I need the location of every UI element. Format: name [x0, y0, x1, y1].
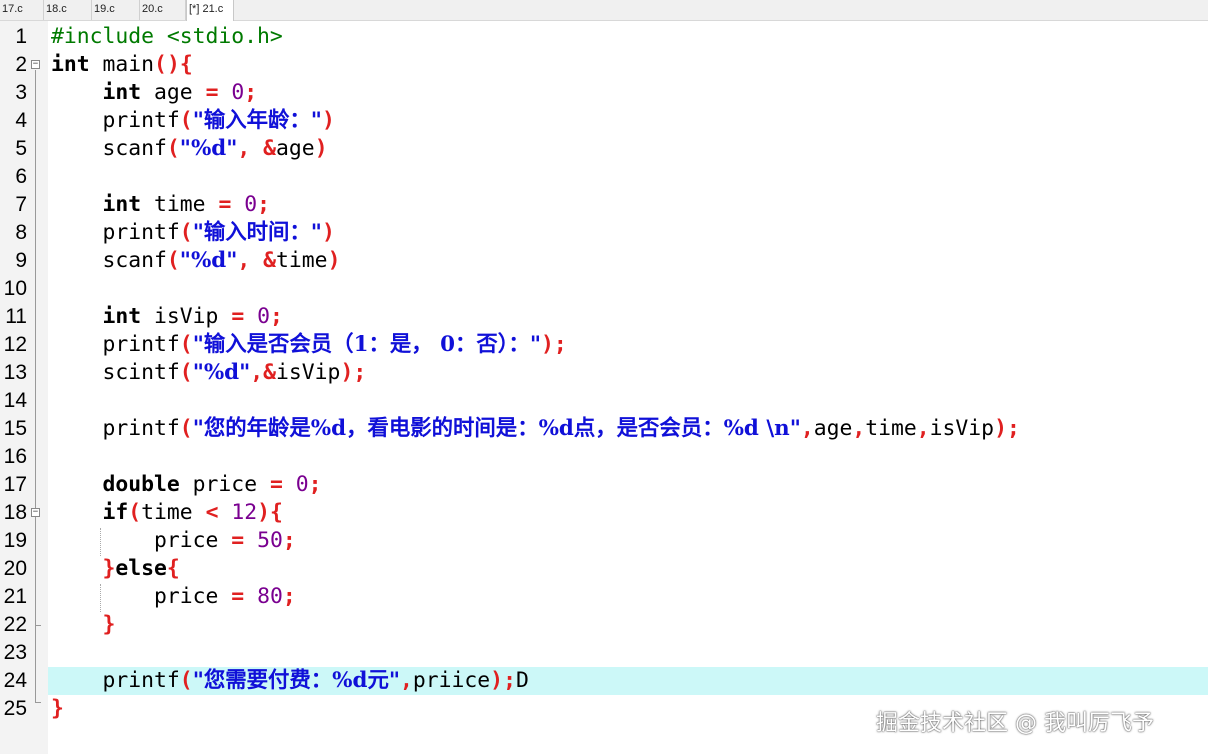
code-line-text[interactable]: #include <stdio.h> [51, 23, 283, 51]
line-number: 23 [3, 641, 27, 664]
code-line[interactable] [0, 555, 1208, 583]
tab-19c[interactable]: 19.c [92, 0, 140, 20]
line-number: 24 [3, 669, 27, 692]
line-number: 13 [3, 361, 27, 384]
line-number: 14 [3, 389, 27, 412]
code-line-text[interactable]: }else{ [51, 555, 180, 583]
tab-20c[interactable]: 20.c [140, 0, 186, 20]
line-number: 18 [3, 501, 27, 524]
line-number: 20 [3, 557, 27, 580]
code-line-text[interactable]: if(time < 12){ [51, 499, 283, 527]
line-number: 10 [3, 277, 27, 300]
code-line-text[interactable]: scanf("%d", &time) [51, 247, 341, 275]
code-line-text[interactable]: int time = 0; [51, 191, 270, 219]
code-line-text[interactable]: scanf("%d", &age) [51, 135, 328, 163]
code-line-text[interactable]: int main(){ [51, 51, 193, 79]
line-number: 3 [15, 81, 27, 104]
code-line-text[interactable]: printf("输入时间：") [51, 219, 335, 247]
line-number: 1 [15, 25, 27, 48]
code-line-text[interactable]: price = 50; [51, 527, 296, 555]
line-number: 6 [15, 165, 27, 188]
line-number: 4 [15, 109, 27, 132]
tab-21c-active[interactable]: [*] 21.c [186, 0, 234, 21]
code-line-text[interactable]: price = 80; [51, 583, 296, 611]
tab-18c[interactable]: 18.c [44, 0, 92, 20]
code-line-text[interactable]: printf("输入年龄：") [51, 107, 335, 135]
line-number: 17 [3, 473, 27, 496]
code-line[interactable] [0, 163, 1208, 191]
line-number: 9 [15, 249, 27, 272]
line-number: 11 [5, 305, 27, 328]
line-number: 7 [15, 193, 27, 216]
code-line-text[interactable]: int isVip = 0; [51, 303, 283, 331]
line-number: 15 [3, 417, 27, 440]
code-line-text[interactable]: printf("输入是否会员（1：是， 0：否）："); [51, 331, 567, 359]
line-number: 8 [15, 221, 27, 244]
line-number: 22 [3, 613, 27, 636]
line-number: 12 [3, 333, 27, 356]
code-line-text[interactable]: printf("您需要付费：%d元",priice);D [51, 667, 529, 695]
line-number: 21 [3, 585, 27, 608]
tab-17c[interactable]: 17.c [0, 0, 44, 20]
code-line[interactable] [0, 275, 1208, 303]
code-line-text[interactable]: scintf("%d",&isVip); [51, 359, 367, 387]
code-line[interactable] [0, 639, 1208, 667]
line-number: 5 [15, 137, 27, 160]
code-line[interactable] [0, 611, 1208, 639]
code-line[interactable] [0, 387, 1208, 415]
tab-bar: 17.c 18.c 19.c 20.c [*] 21.c [0, 0, 1208, 21]
code-line-text[interactable]: printf("您的年龄是%d，看电影的时间是：%d点，是否会员：%d \n",… [51, 415, 1020, 443]
code-line[interactable] [0, 695, 1208, 723]
code-line-text[interactable]: } [51, 611, 116, 639]
code-line-text[interactable]: int age = 0; [51, 79, 258, 107]
line-number: 25 [3, 697, 27, 720]
line-number: 19 [3, 529, 27, 552]
code-line-text[interactable]: } [51, 695, 64, 723]
code-line[interactable] [0, 443, 1208, 471]
line-number: 16 [3, 445, 27, 468]
code-line-text[interactable]: double price = 0; [51, 471, 322, 499]
line-number: 2 [15, 53, 27, 76]
